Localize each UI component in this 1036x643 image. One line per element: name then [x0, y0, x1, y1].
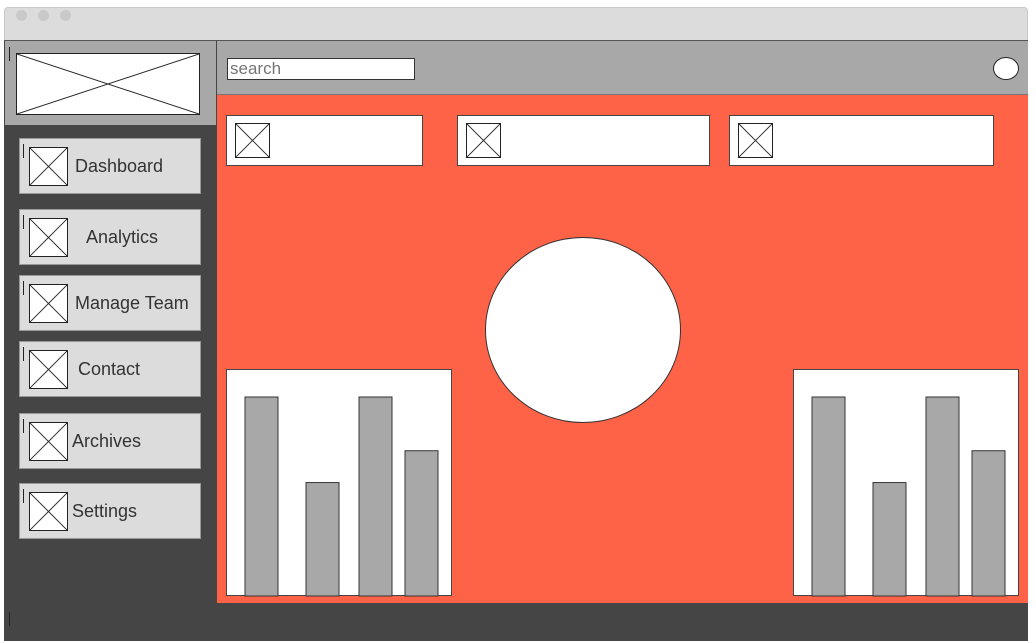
image-placeholder-icon [29, 492, 68, 531]
bar-chart-right [793, 369, 1019, 597]
text-cursor [9, 612, 10, 626]
chart-bar [244, 396, 279, 597]
text-cursor [23, 215, 24, 229]
sidebar-item-manage-team[interactable]: Manage Team [19, 275, 201, 331]
chart-bar [305, 482, 340, 597]
bar-chart-right-svg [811, 396, 1006, 597]
search-input[interactable] [227, 58, 415, 80]
window-minimize-dot[interactable] [38, 10, 49, 21]
chart-bar [358, 396, 393, 597]
sidebar-item-settings[interactable]: Settings [19, 483, 201, 539]
stat-card[interactable] [457, 115, 710, 166]
text-cursor [23, 347, 24, 361]
user-avatar[interactable] [993, 57, 1019, 80]
image-placeholder-icon [466, 123, 501, 158]
sidebar-item-label: Manage Team [75, 293, 189, 313]
logo-image-placeholder [16, 53, 200, 115]
chart-bar [872, 482, 907, 597]
sidebar-item-label: Dashboard [75, 156, 164, 176]
image-placeholder-icon [29, 422, 68, 461]
stat-card[interactable] [226, 115, 423, 166]
image-placeholder-icon [235, 123, 270, 158]
circle-placeholder [485, 237, 681, 423]
sidebar-item-label: Archives [72, 431, 142, 451]
window-close-dot[interactable] [16, 10, 27, 21]
sidebar-item-archives[interactable]: Archives [19, 413, 201, 469]
image-placeholder-icon [29, 284, 68, 323]
chart-bar [971, 450, 1006, 597]
sidebar-item-label: Settings [72, 501, 138, 521]
sidebar-item-label: Contact [78, 359, 141, 379]
chart-bar [925, 396, 960, 597]
sidebar-item-contact[interactable]: Contact [19, 341, 201, 397]
image-placeholder-icon [29, 350, 68, 389]
bar-chart-left-svg [244, 396, 439, 597]
image-placeholder-icon [738, 123, 773, 158]
image-placeholder-icon [29, 147, 68, 186]
text-cursor [23, 281, 24, 295]
chart-bar [811, 396, 846, 597]
text-cursor [23, 144, 24, 158]
sidebar-item-dashboard[interactable]: Dashboard [19, 138, 201, 194]
text-cursor [9, 47, 10, 61]
text-cursor [23, 489, 24, 503]
window-maximize-dot[interactable] [60, 10, 71, 21]
sidebar-item-label: Analytics [86, 227, 159, 247]
sidebar-item-analytics[interactable]: Analytics [19, 209, 201, 265]
image-placeholder-icon [29, 218, 68, 257]
bar-chart-left [226, 369, 452, 597]
text-cursor [23, 419, 24, 433]
stat-card[interactable] [729, 115, 994, 166]
chart-bar [404, 450, 439, 597]
